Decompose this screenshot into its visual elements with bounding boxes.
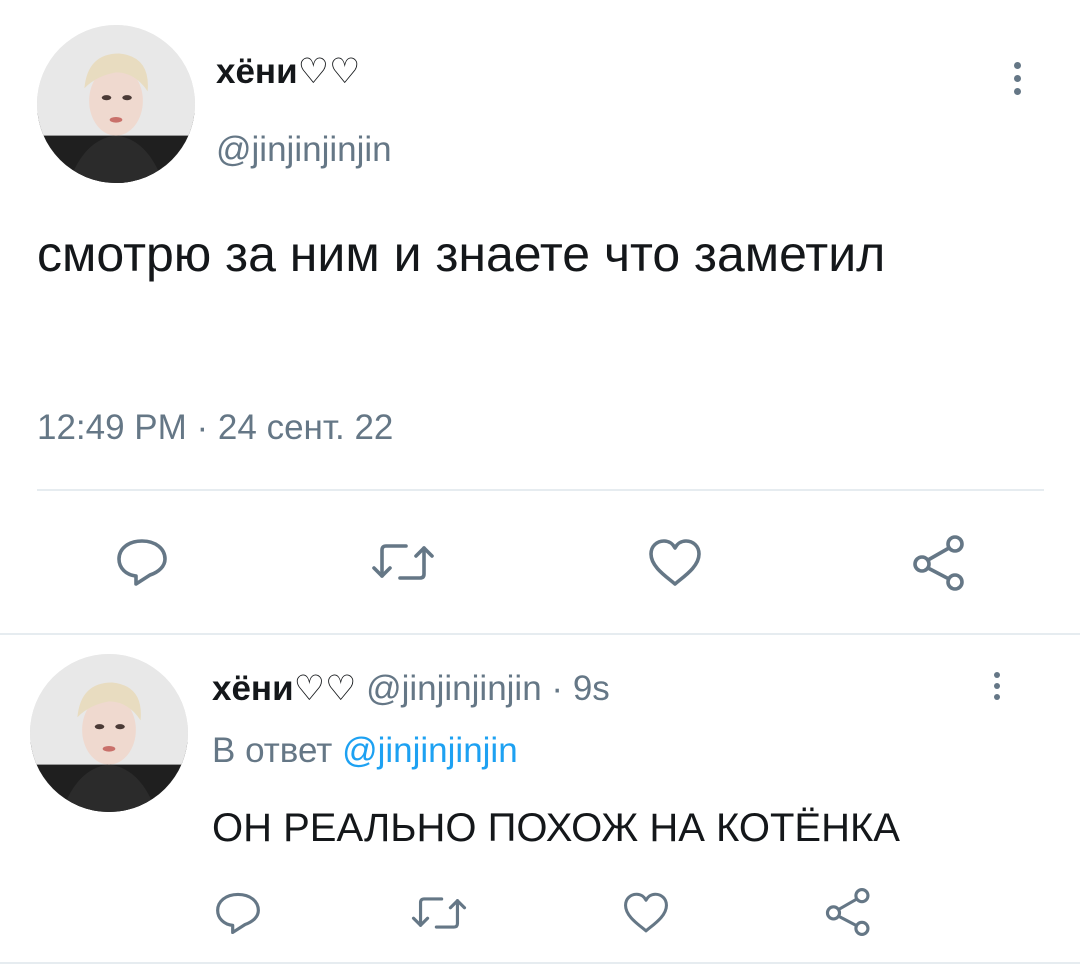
reply-display-name[interactable]: хёни♡♡ bbox=[212, 669, 356, 708]
retweet-icon[interactable] bbox=[370, 536, 436, 588]
divider bbox=[37, 489, 1044, 491]
share-icon[interactable] bbox=[823, 887, 875, 937]
reply-prefix: В ответ bbox=[212, 731, 333, 770]
tweet-text: смотрю за ним и знаете что заметил bbox=[37, 226, 886, 282]
share-icon[interactable] bbox=[910, 534, 970, 592]
bottom-divider bbox=[0, 962, 1080, 964]
reply-context: В ответ @jinjinjinjin bbox=[212, 730, 518, 772]
timestamp[interactable]: 12:49 PM · 24 сент. 22 bbox=[37, 406, 393, 450]
more-options-icon[interactable] bbox=[1012, 62, 1022, 95]
avatar[interactable] bbox=[37, 25, 195, 183]
reply-more-options-icon[interactable] bbox=[992, 672, 1002, 700]
avatar-photo bbox=[37, 25, 195, 183]
avatar-photo bbox=[30, 654, 188, 812]
section-divider bbox=[0, 633, 1080, 635]
reply-icon[interactable] bbox=[114, 536, 170, 588]
like-icon[interactable] bbox=[645, 536, 705, 590]
handle[interactable]: @jinjinjinjin bbox=[216, 130, 392, 170]
reply-age[interactable]: 9s bbox=[573, 669, 610, 708]
reply-text: ОН РЕАЛЬНО ПОХОЖ НА КОТЁНКА bbox=[212, 806, 900, 850]
reply-separator: · bbox=[551, 669, 564, 708]
reply-header: хёни♡♡ @jinjinjinjin · 9s bbox=[212, 668, 610, 710]
like-icon[interactable] bbox=[620, 890, 672, 936]
display-name[interactable]: хёни♡♡ bbox=[216, 52, 360, 92]
reply-to-link[interactable]: @jinjinjinjin bbox=[342, 731, 518, 770]
reply-icon[interactable] bbox=[213, 890, 263, 936]
retweet-icon[interactable] bbox=[410, 890, 468, 936]
reply-avatar[interactable] bbox=[30, 654, 188, 812]
reply-handle[interactable]: @jinjinjinjin bbox=[366, 669, 542, 708]
